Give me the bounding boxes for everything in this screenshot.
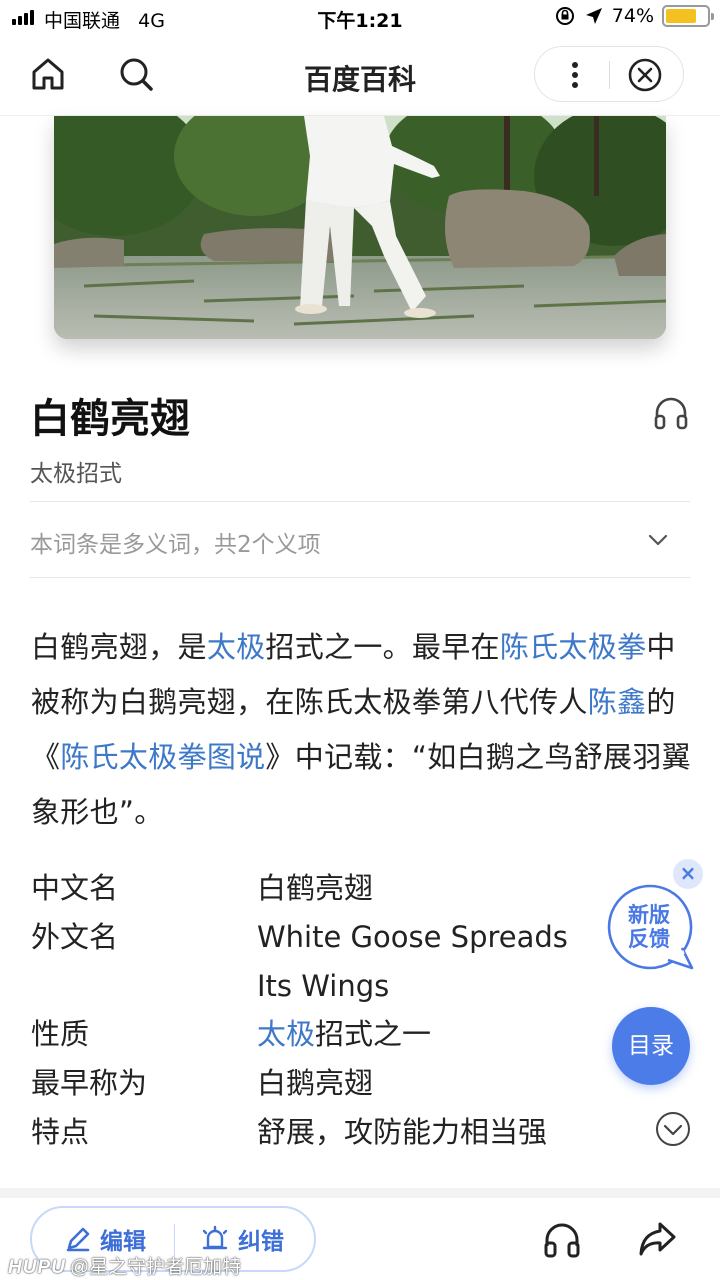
divider [30, 501, 690, 502]
entry-title: 白鹤亮翅 [30, 396, 190, 442]
entry-hero-image[interactable] [54, 116, 666, 339]
info-value-text: 招式之一 [315, 1017, 432, 1051]
entry-subtitle: 太极招式 [30, 461, 122, 487]
summary-text: 招式之一。最早在 [265, 630, 500, 664]
info-value: White Goose Spreads Its Wings [257, 920, 568, 1003]
tai-chi-photo [54, 116, 666, 339]
battery-icon [662, 5, 714, 27]
info-key: 特点 [31, 1115, 90, 1149]
feedback-label-line: 新版 [628, 903, 670, 927]
location-arrow-icon [585, 8, 602, 24]
summary-text: 白鹤亮翅，是 [31, 630, 207, 664]
feedback-close-button[interactable]: × [673, 859, 703, 889]
feedback-label[interactable]: 新版 反馈 [606, 903, 692, 951]
toc-button[interactable]: 目录 [612, 1007, 690, 1085]
info-key: 最早称为 [31, 1066, 148, 1100]
share-icon[interactable] [636, 1218, 678, 1260]
battery-percent: 74% [611, 5, 654, 27]
link-chen-xin[interactable]: 陈鑫 [588, 685, 647, 719]
expand-info-icon[interactable] [655, 1111, 691, 1147]
edit-label: 编辑 [100, 1229, 146, 1255]
info-value: 白鹤亮翅 [257, 871, 374, 905]
orientation-lock-icon [555, 7, 574, 25]
search-icon[interactable] [116, 54, 156, 94]
more-icon[interactable] [555, 55, 595, 95]
headphones-icon[interactable] [542, 1220, 582, 1260]
close-icon[interactable] [627, 57, 663, 93]
pencil-icon [66, 1227, 90, 1252]
polysemy-notice[interactable]: 本词条是多义词，共2个义项 [30, 525, 321, 559]
info-key: 中文名 [31, 871, 119, 905]
capsule-divider [609, 61, 610, 89]
watermark: HUPU @星之守护者厄加特 [8, 1252, 241, 1279]
info-key: 外文名 [31, 920, 119, 954]
correct-label: 纠错 [238, 1229, 284, 1255]
info-value: 白鹅亮翅 [257, 1066, 374, 1100]
top-nav: 百度百科 [0, 36, 720, 116]
link-taiji[interactable]: 太极 [257, 1017, 315, 1051]
home-icon[interactable] [28, 54, 68, 94]
divider [30, 577, 690, 578]
chevron-down-icon[interactable] [646, 530, 670, 550]
close-icon: × [679, 861, 697, 885]
status-bar: 中国联通 4G 下午1:21 74% [0, 0, 720, 36]
link-taiji[interactable]: 太极 [207, 630, 266, 664]
link-chen-taiji-illustrated[interactable]: 陈氏太极拳图说 [60, 740, 265, 774]
miniapp-capsule [534, 46, 684, 102]
watermark-brand: HUPU [8, 1257, 66, 1278]
section-separator [0, 1188, 720, 1198]
bell-flag-icon [202, 1225, 228, 1250]
entry-summary: 白鹤亮翅，是太极招式之一。最早在陈氏太极拳中被称为白鹅亮翅，在陈氏太极拳第八代传… [31, 620, 691, 840]
feedback-label-line: 反馈 [628, 927, 670, 951]
watermark-user: @星之守护者厄加特 [69, 1257, 242, 1278]
info-value: 太极招式之一 [257, 1010, 617, 1059]
info-key: 性质 [31, 1017, 90, 1051]
headphones-icon[interactable] [652, 394, 690, 432]
info-value: 舒展，攻防能力相当强 [257, 1115, 548, 1149]
link-chen-style-taiji[interactable]: 陈氏太极拳 [500, 630, 647, 664]
